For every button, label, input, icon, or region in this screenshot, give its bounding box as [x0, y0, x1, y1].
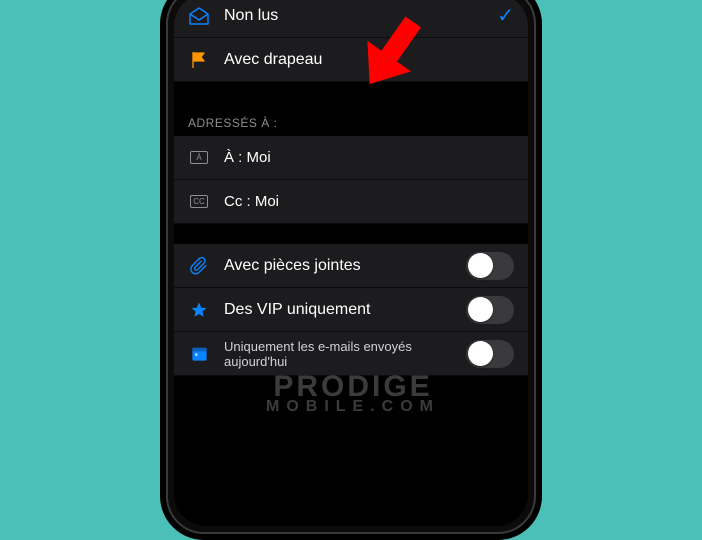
toggle-today[interactable] [466, 340, 514, 368]
toggle-attachments[interactable] [466, 252, 514, 280]
filter-row-attachments[interactable]: Avec pièces jointes [174, 244, 528, 288]
flag-icon [188, 51, 210, 69]
filter-to-me-label: À : Moi [224, 149, 514, 166]
filter-row-unread[interactable]: Non lus ✓ [174, 0, 528, 38]
filter-row-vip[interactable]: Des VIP uniquement [174, 288, 528, 332]
envelope-open-icon [188, 7, 210, 25]
toggle-vip[interactable] [466, 296, 514, 324]
mail-filters-screen: Non lus ✓ Avec drapeau Adressés à : À À … [174, 0, 528, 526]
filter-row-today[interactable]: Uniquement les e-mails envoyés aujourd'h… [174, 332, 528, 376]
filter-flagged-label: Avec drapeau [224, 51, 514, 69]
cc-badge-icon: CC [188, 195, 210, 208]
filter-today-label: Uniquement les e-mails envoyés aujourd'h… [224, 339, 452, 369]
section-gap [174, 224, 528, 244]
section-gap [174, 82, 528, 102]
filter-row-flagged[interactable]: Avec drapeau [174, 38, 528, 82]
phone-frame: Non lus ✓ Avec drapeau Adressés à : À À … [160, 0, 542, 540]
paperclip-icon [188, 257, 210, 275]
filter-row-cc-me[interactable]: CC Cc : Moi [174, 180, 528, 224]
calendar-icon [188, 345, 210, 362]
phone-bezel: Non lus ✓ Avec drapeau Adressés à : À À … [166, 0, 536, 534]
section-header-addressed: Adressés à : [174, 102, 528, 136]
filter-vip-label: Des VIP uniquement [224, 301, 452, 319]
filter-cc-me-label: Cc : Moi [224, 193, 514, 210]
filter-unread-label: Non lus [224, 7, 483, 25]
star-icon [188, 301, 210, 319]
filter-row-to-me[interactable]: À À : Moi [174, 136, 528, 180]
checkmark-icon: ✓ [497, 3, 514, 28]
filter-attachments-label: Avec pièces jointes [224, 257, 452, 275]
to-badge-icon: À [188, 151, 210, 164]
